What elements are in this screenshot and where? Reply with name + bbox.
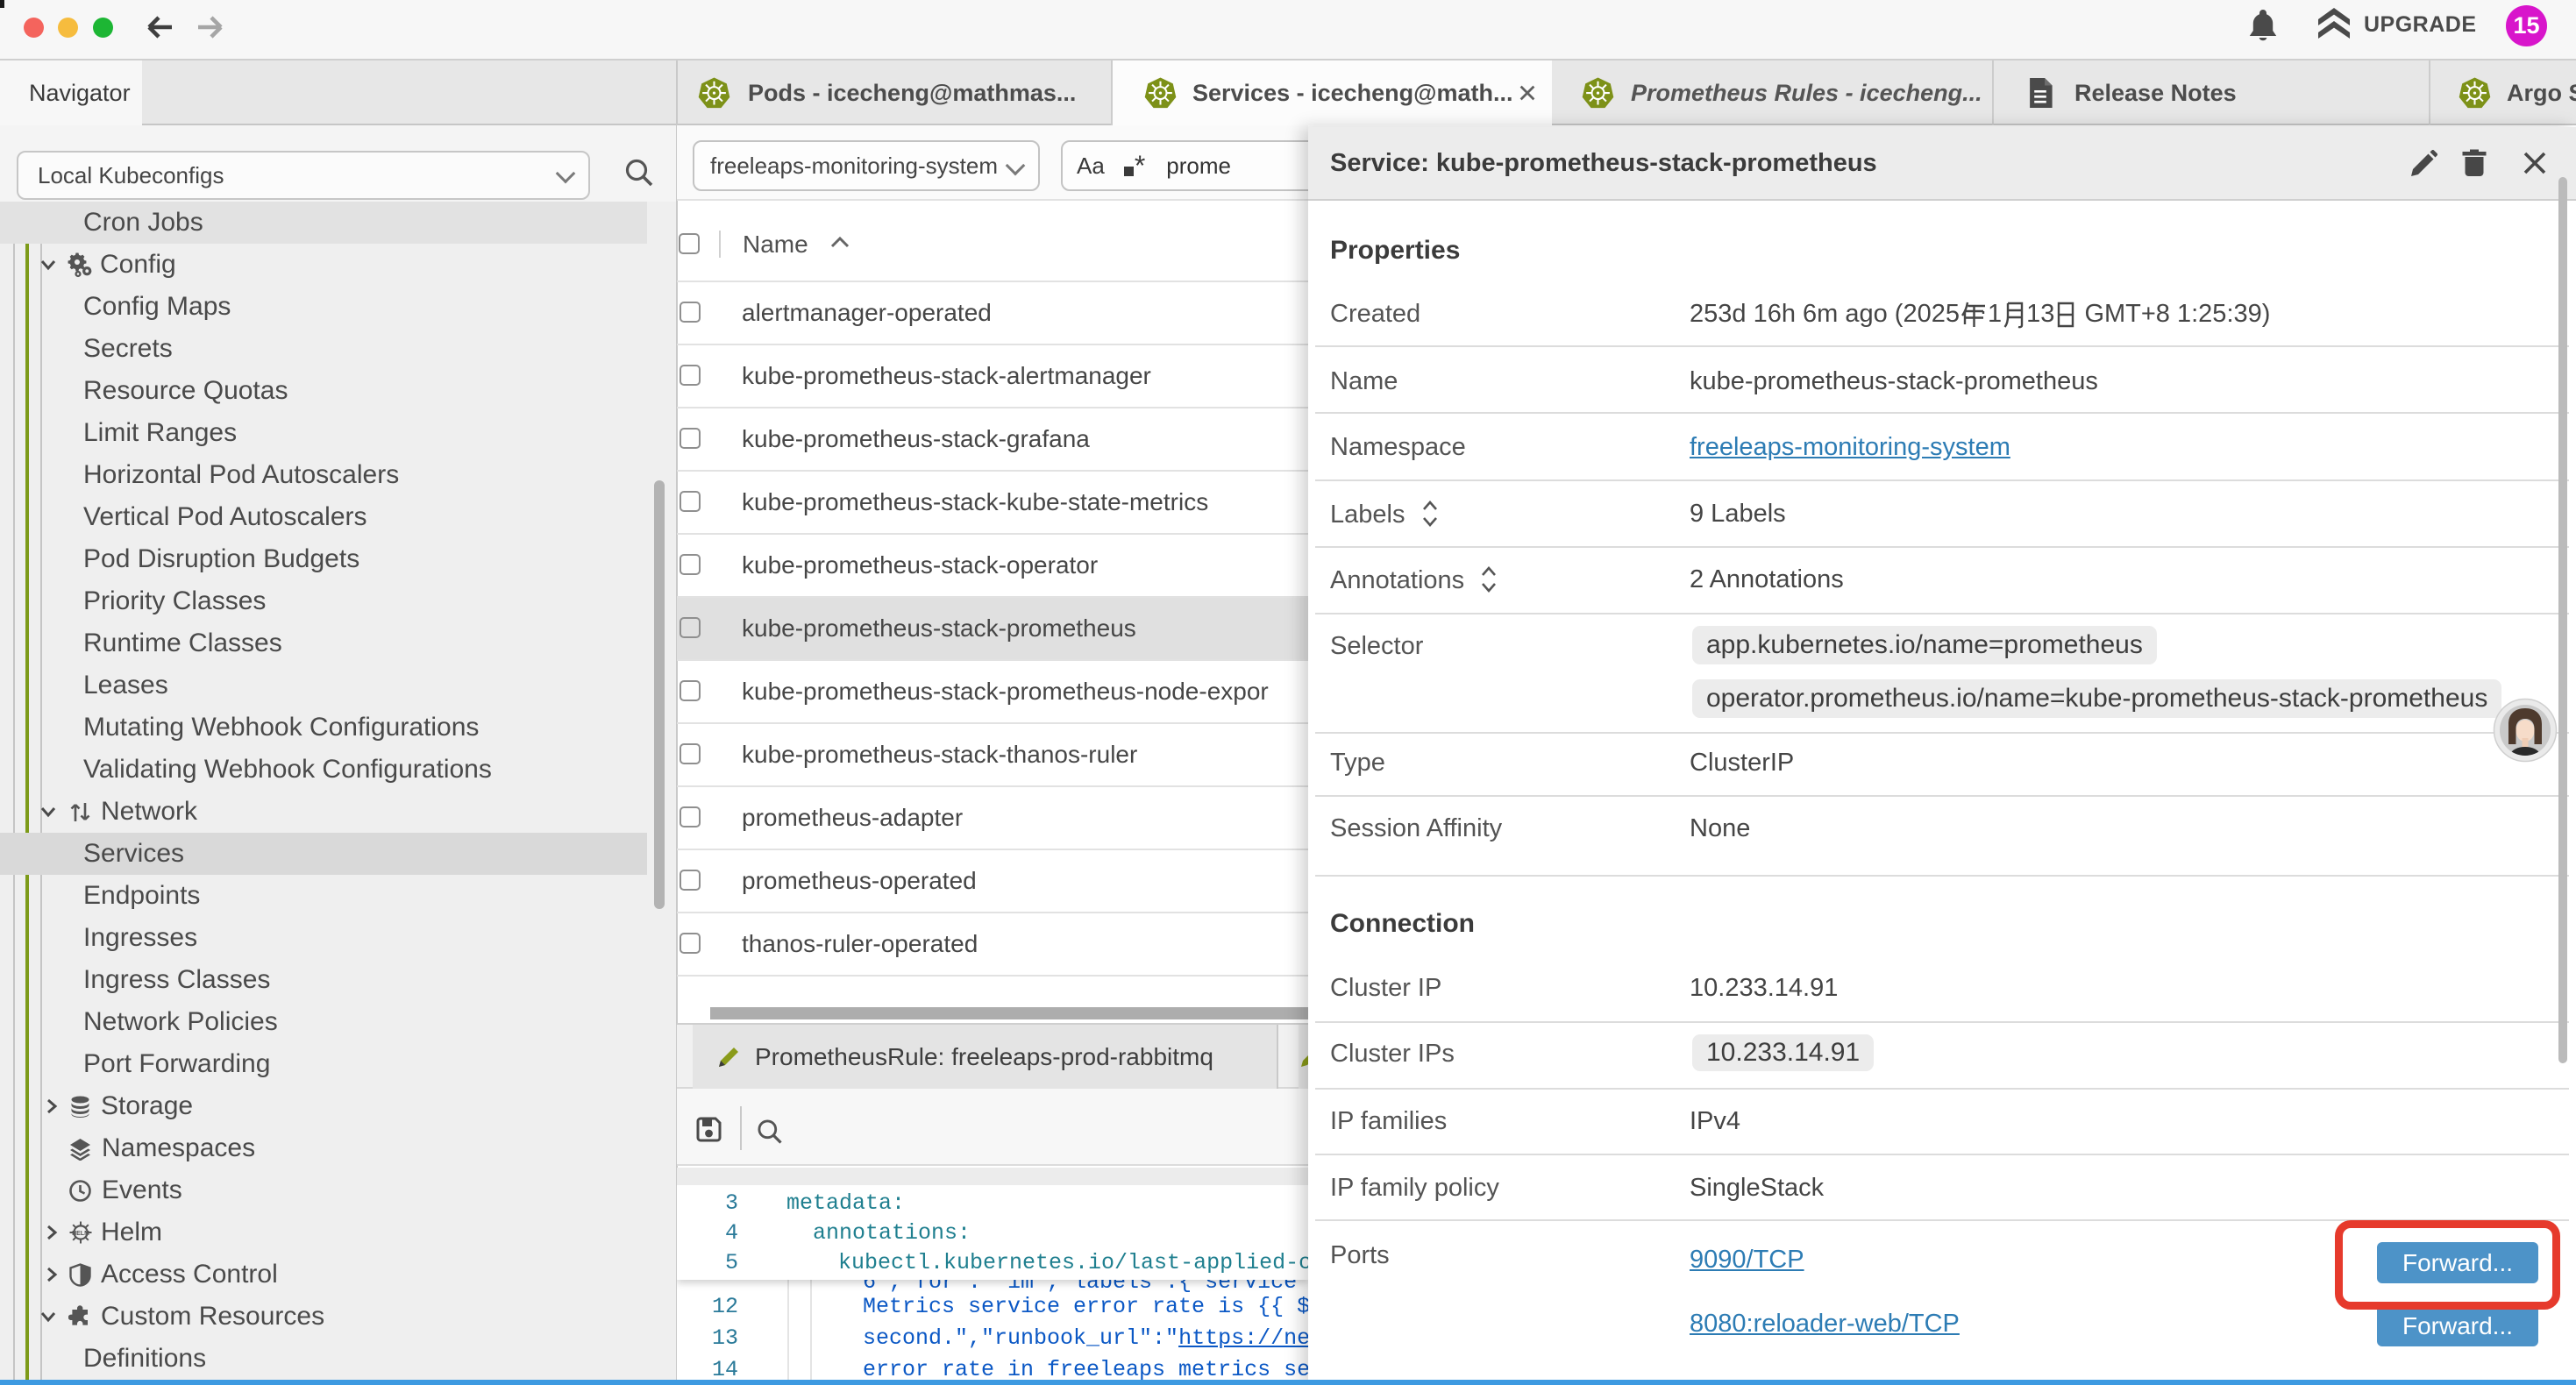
svg-text:HELM: HELM — [72, 1231, 89, 1237]
